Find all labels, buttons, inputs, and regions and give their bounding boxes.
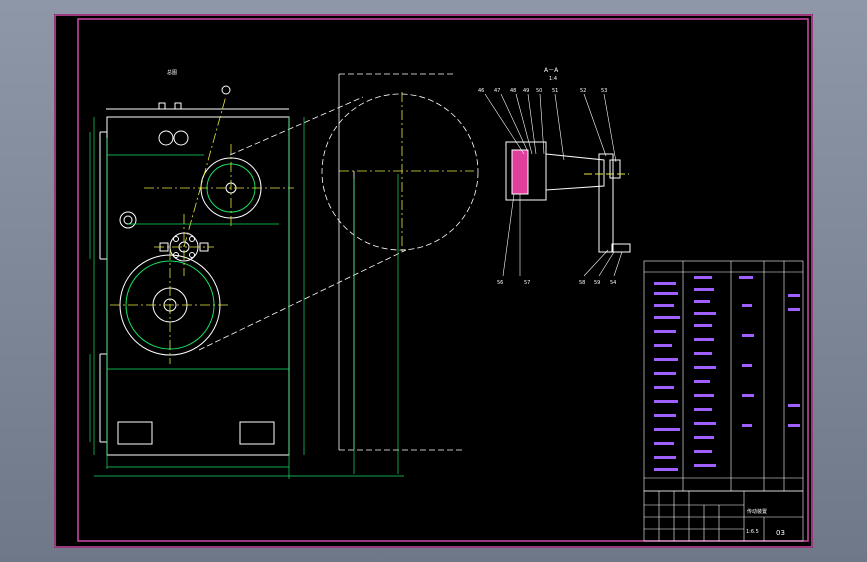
svg-text:48: 48 [510,88,516,94]
bom-text-rows [654,276,800,471]
section-scale: 1:4 [549,76,557,82]
svg-text:53: 53 [601,88,607,94]
section-view[interactable] [505,141,631,253]
svg-text:54: 54 [610,280,616,286]
svg-text:49: 49 [523,88,529,94]
drawing-sheet[interactable]: 总图 A－A 1:4 46 47 48 49 50 51 52 53 56 57… [54,14,813,548]
svg-text:58: 58 [579,280,585,286]
inner-frame [77,18,809,542]
small-idler[interactable] [119,211,137,229]
belt-pulley-view[interactable] [198,73,479,451]
part-numbers-top: 46 47 48 49 50 51 52 53 [478,88,607,94]
cad-viewport[interactable]: 总图 A－A 1:4 46 47 48 49 50 51 52 53 56 57… [0,0,867,562]
svg-text:50: 50 [536,88,542,94]
svg-text:57: 57 [524,280,530,286]
section-title: A－A [544,67,559,74]
scale-value: 1:6.5 [746,529,759,535]
drawing-canvas[interactable]: 总图 A－A 1:4 46 47 48 49 50 51 52 53 56 57… [54,14,813,548]
svg-text:51: 51 [552,88,558,94]
section-marker [221,85,231,95]
view-label: 总图 [167,69,177,76]
centerlines [110,92,474,364]
drawing-title: 传动装置 [747,508,767,515]
gearbox-housing[interactable] [99,108,290,456]
sheet-number: 03 [776,529,785,537]
svg-text:56: 56 [497,280,503,286]
svg-text:46: 46 [478,88,484,94]
dimension-lines [89,117,404,479]
svg-text:59: 59 [594,280,600,286]
part-numbers-bottom: 56 57 58 59 54 [497,280,616,286]
svg-text:52: 52 [580,88,586,94]
svg-text:47: 47 [494,88,500,94]
